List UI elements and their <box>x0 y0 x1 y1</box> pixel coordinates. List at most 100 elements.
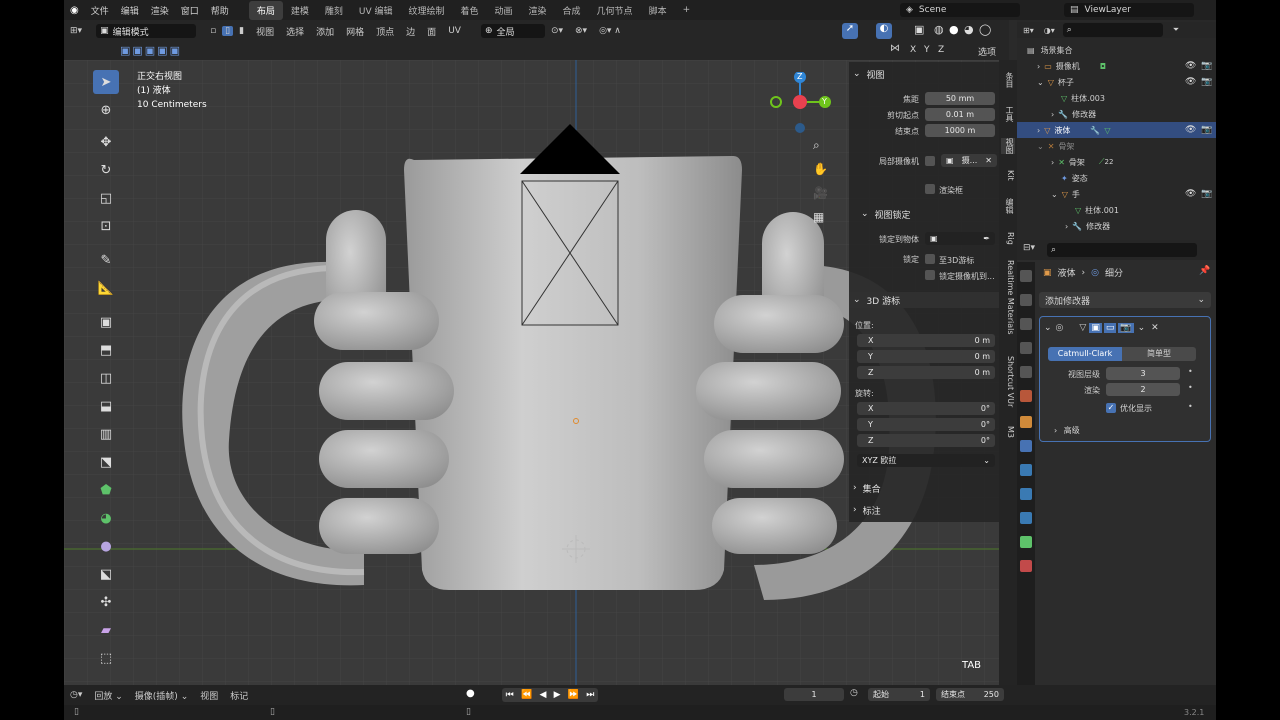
add-workspace-button[interactable]: + <box>675 2 699 18</box>
knife-tool-icon[interactable]: ⬔ <box>93 450 119 474</box>
workspace-tab-geonodes[interactable]: 几何节点 <box>589 1 641 20</box>
menu-select[interactable]: 选择 <box>280 25 310 38</box>
constraints-tab-icon[interactable] <box>1020 512 1032 524</box>
viewlayer-selector[interactable]: ▤ ViewLayer <box>1064 3 1194 17</box>
blender-logo-icon[interactable]: ◉ <box>64 5 85 16</box>
timeline-view-menu[interactable]: 视图 <box>194 689 224 702</box>
menu-vertex[interactable]: 顶点 <box>370 25 400 38</box>
menu-edit[interactable]: 编辑 <box>115 4 145 17</box>
menu-window[interactable]: 窗口 <box>175 4 205 17</box>
workspace-tab-shading[interactable]: 着色 <box>452 1 486 20</box>
select-mode-edge-icon[interactable]: ▯ <box>222 26 234 36</box>
world-tab-icon[interactable] <box>1020 390 1032 402</box>
tool-tab-icon[interactable] <box>1020 270 1032 282</box>
edit-mode-toggle-icon[interactable]: ▽ <box>1079 323 1086 333</box>
outliner-editor-icon[interactable]: ⊞▾ <box>1023 26 1034 35</box>
spin-tool-icon[interactable]: ◕ <box>93 506 119 530</box>
record-button-icon[interactable]: ● <box>466 688 475 699</box>
workspace-tab-uv[interactable]: UV 编辑 <box>351 1 401 20</box>
shrink-tool-icon[interactable]: ✣ <box>93 590 119 614</box>
rip-tool-icon[interactable]: ⬚ <box>93 646 119 670</box>
zoom-icon[interactable]: ⌕ <box>813 138 820 153</box>
local-camera-checkbox[interactable] <box>925 156 935 166</box>
view-section-header[interactable]: ⌄ 视图 <box>849 66 999 82</box>
bevel-tool-icon[interactable]: ⬓ <box>93 394 119 418</box>
catmull-clark-button[interactable]: Catmull-Clark <box>1048 347 1122 361</box>
render-region-checkbox[interactable] <box>925 184 935 194</box>
sidebar-tab-m3[interactable]: M3 <box>1001 426 1015 438</box>
prev-keyframe-icon[interactable]: ⏪ <box>521 690 532 700</box>
cursor-rot-y[interactable]: Y 0° <box>857 418 995 431</box>
expand-icon[interactable]: ⌄ <box>1037 142 1044 151</box>
menu-file[interactable]: 文件 <box>85 4 115 17</box>
visibility-eye-icon[interactable]: 👁 <box>1185 61 1196 71</box>
cursor-tool-icon[interactable]: ⊕ <box>93 98 119 122</box>
menu-render[interactable]: 渲染 <box>145 4 175 17</box>
chevron-down-icon[interactable]: ⌄ <box>1044 323 1052 333</box>
visibility-eye-icon[interactable]: 👁 <box>1185 189 1196 199</box>
menu-face[interactable]: 面 <box>421 25 442 38</box>
collections-section-header[interactable]: › 集合 <box>849 480 999 496</box>
shear-tool-icon[interactable]: ▰ <box>93 618 119 642</box>
current-frame-field[interactable]: 1 <box>784 688 844 701</box>
workspace-tab-sculpt[interactable]: 雕刻 <box>317 1 351 20</box>
expand-icon[interactable]: ⌄ <box>1037 78 1044 87</box>
timeline-editor-icon[interactable]: ◷▾ <box>64 690 88 700</box>
keyframe-dot-icon[interactable]: • <box>1188 367 1193 376</box>
outliner-row-cylinder001[interactable]: ▽ 柱体.001 <box>1017 202 1216 218</box>
render-camera-icon[interactable]: 📷 <box>1201 61 1212 71</box>
shading-rendered-icon[interactable]: ◯ <box>979 23 991 36</box>
sidebar-tab-item[interactable]: 条目 <box>1001 72 1015 88</box>
smooth-tool-icon[interactable]: ● <box>93 534 119 558</box>
expand-icon[interactable]: › <box>1051 158 1054 167</box>
render-camera-icon[interactable]: 📷 <box>1201 125 1212 135</box>
local-camera-field[interactable]: ▣ 摄... ✕ <box>941 154 997 167</box>
visibility-eye-icon[interactable]: 👁 <box>1185 125 1196 135</box>
object-tab-icon[interactable] <box>1020 416 1032 428</box>
add-modifier-dropdown[interactable]: 添加修改器 ⌄ <box>1039 292 1211 308</box>
sidebar-tab-rig[interactable]: Rig <box>1001 232 1015 245</box>
workspace-tab-rendering[interactable]: 渲染 <box>521 1 555 20</box>
navigation-gizmo[interactable]: Z Y <box>768 71 833 137</box>
camera-view-icon[interactable]: 🎥 <box>813 186 828 200</box>
material-tab-icon[interactable] <box>1020 560 1032 572</box>
mirror-y[interactable]: Y <box>924 45 930 55</box>
mode-selector[interactable]: ▣ 编辑模式 <box>96 24 197 38</box>
mirror-x[interactable]: X <box>910 45 916 55</box>
workspace-tab-modeling[interactable]: 建模 <box>283 1 317 20</box>
workspace-tab-compositing[interactable]: 合成 <box>555 1 589 20</box>
menu-view[interactable]: 视图 <box>250 25 280 38</box>
outliner-row-scene-collection[interactable]: ▤ 场景集合 <box>1017 42 1216 58</box>
menu-uv[interactable]: UV <box>442 26 467 36</box>
chevron-down-icon[interactable]: ⌄ <box>1138 323 1146 333</box>
measure-tool-icon[interactable]: 📐 <box>93 276 119 300</box>
xray-icon[interactable]: ▣ <box>914 23 924 36</box>
workspace-tab-layout[interactable]: 布局 <box>248 0 283 20</box>
shading-solid-icon[interactable]: ● <box>949 23 959 36</box>
sidebar-tab-realtime-materials[interactable]: Realtime Materials <box>1001 260 1015 335</box>
expand-icon[interactable]: › <box>1037 62 1040 71</box>
cursor-loc-y[interactable]: Y 0 m <box>857 350 995 363</box>
options-menu[interactable]: 选项 <box>978 45 996 58</box>
sidebar-tab-edit[interactable]: 编辑 <box>1001 198 1015 214</box>
editor-type-icon[interactable]: ⊞▾ <box>64 26 88 36</box>
filter-icon[interactable]: ⏷ <box>1173 25 1179 35</box>
outliner-row-modifiers[interactable]: › 🔧 修改器 <box>1017 106 1216 122</box>
loopcut-tool-icon[interactable]: ▥ <box>93 422 119 446</box>
jump-end-icon[interactable]: ⏭ <box>586 690 594 700</box>
shading-wireframe-icon[interactable]: ◍ <box>934 23 944 36</box>
properties-search[interactable]: ⌕ <box>1047 243 1197 257</box>
overlay-toggle-icon[interactable]: ◐ <box>876 23 892 39</box>
play-icon[interactable]: ▶ <box>554 690 561 700</box>
keying-menu[interactable]: 摄像(插帧) ⌄ <box>129 689 194 702</box>
cursor-loc-z[interactable]: Z 0 m <box>857 366 995 379</box>
clip-start-field[interactable]: 0.01 m <box>925 108 995 121</box>
sidebar-tab-tool[interactable]: 工具 <box>1001 106 1015 122</box>
next-keyframe-icon[interactable]: ⏩ <box>568 690 579 700</box>
select-box-icons[interactable]: ▣▣▣▣▣ <box>120 44 182 57</box>
timeline-marker-menu[interactable]: 标记 <box>224 689 254 702</box>
visibility-eye-icon[interactable]: 👁 <box>1185 77 1196 87</box>
rotation-mode-dropdown[interactable]: XYZ 欧拉 ⌄ <box>857 454 995 467</box>
cursor-loc-x[interactable]: X 0 m <box>857 334 995 347</box>
select-mode-face-icon[interactable]: ▮ <box>233 26 250 36</box>
